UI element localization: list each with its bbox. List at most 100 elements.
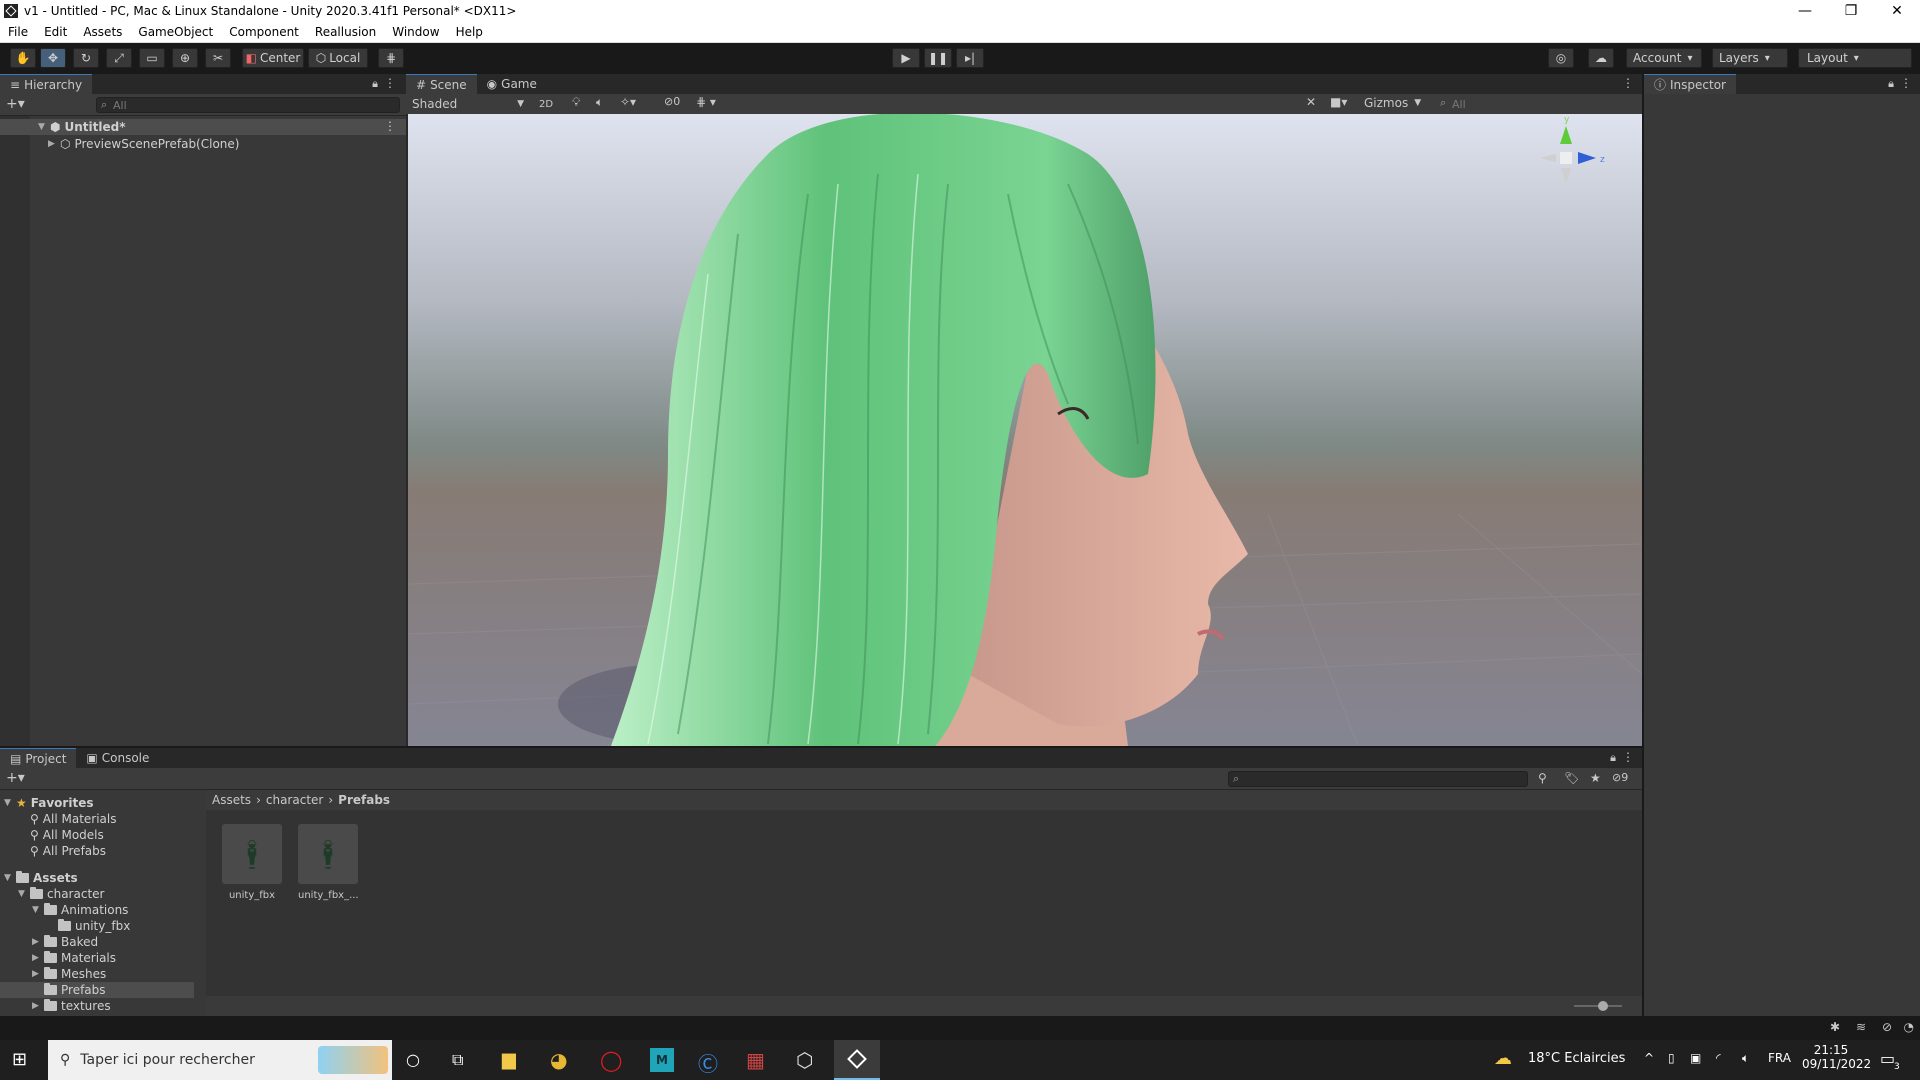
cinema-app-icon[interactable]: Ⓒ <box>698 1048 718 1077</box>
unity-editor-taskbar-icon[interactable] <box>834 1040 880 1080</box>
tab-inspector[interactable]: ⓘ Inspector <box>1644 74 1736 94</box>
favorites-header[interactable]: ▼ ★ Favorites <box>4 795 93 811</box>
custom-tool-icon[interactable]: ✂ <box>205 48 231 68</box>
grid-icon[interactable]: ⋕ ▾ <box>696 95 716 109</box>
tree-item-character[interactable]: ▼ character <box>18 886 104 902</box>
opera-icon[interactable]: ◯ <box>600 1048 622 1072</box>
collab-icon[interactable]: ◎ <box>1548 48 1574 68</box>
debug-icon[interactable]: ⊘ <box>1882 1020 1892 1034</box>
audio-icon[interactable]: 🔈︎ <box>596 95 603 110</box>
move-tool-icon[interactable]: ✥ <box>40 48 66 68</box>
windows-start-icon[interactable]: ⊞ <box>12 1049 27 1070</box>
expand-arrow-icon[interactable]: ▼ <box>38 122 50 132</box>
tab-project[interactable]: ▤ Project <box>0 748 77 768</box>
lighting-icon[interactable]: 💡︎ <box>572 95 580 110</box>
close-button[interactable]: ✕ <box>1874 0 1920 22</box>
chrome-icon[interactable]: ◕ <box>550 1048 567 1072</box>
hierarchy-search-input[interactable]: All <box>96 97 400 113</box>
archive-app-icon[interactable]: ▦ <box>746 1048 765 1072</box>
step-button[interactable]: ▸| <box>956 48 984 68</box>
cloud-icon[interactable]: ☁ <box>1588 48 1614 68</box>
shading-mode-dropdown[interactable]: Shaded ▼ <box>408 96 528 112</box>
layout-dropdown[interactable]: Layout <box>1798 48 1912 68</box>
tray-device-icon[interactable]: ▯ <box>1668 1051 1675 1065</box>
rotate-tool-icon[interactable]: ↻ <box>73 48 99 68</box>
collapse-arrow-icon[interactable]: ▶ <box>48 139 60 149</box>
scale-tool-icon[interactable]: ⤢ <box>106 48 132 68</box>
menu-assets[interactable]: Assets <box>75 25 130 39</box>
unity-hub-icon[interactable]: ⬡ <box>796 1048 813 1072</box>
play-button[interactable]: ▶ <box>892 48 920 68</box>
breadcrumb-character[interactable]: character <box>266 793 323 807</box>
pivot-local-button[interactable]: ⬡ Local <box>308 48 368 68</box>
menu-help[interactable]: Help <box>448 25 491 39</box>
file-explorer-icon[interactable]: ▆ <box>502 1049 516 1070</box>
favorite-item[interactable]: ⚲ All Models <box>30 827 104 843</box>
tab-game[interactable]: ◉ Game <box>477 74 547 94</box>
menu-reallusion[interactable]: Reallusion <box>307 25 384 39</box>
taskbar-search-input[interactable]: ⚲ Taper ici pour rechercher <box>48 1040 392 1080</box>
asset-file[interactable]: 🕴︎ unity_fbx_... <box>298 824 359 910</box>
bug-icon[interactable]: ✱ <box>1830 1020 1840 1034</box>
tools-icon[interactable]: ✕ <box>1306 95 1316 109</box>
tab-hierarchy[interactable]: ≡ Hierarchy <box>0 74 93 94</box>
menu-file[interactable]: File <box>0 25 36 39</box>
tree-item-baked[interactable]: ▶ Baked <box>32 934 98 950</box>
scene-search-input[interactable]: All <box>1436 96 1626 112</box>
favorite-star-icon[interactable]: ★ <box>1590 771 1601 785</box>
orientation-gizmo[interactable]: y z <box>1540 115 1605 184</box>
create-add-button[interactable]: +▾ <box>6 96 25 112</box>
cache-icon[interactable]: ≋ <box>1856 1020 1866 1034</box>
favorite-item[interactable]: ⚲ All Materials <box>30 811 117 827</box>
app-m-icon[interactable]: M <box>650 1048 674 1072</box>
tree-item-unity-fbx[interactable]: unity_fbx <box>58 918 130 934</box>
scene-viewport[interactable]: y z <box>408 114 1642 746</box>
network-icon[interactable]: ◜ <box>1716 1051 1721 1065</box>
lock-icon[interactable]: 🔒︎ <box>372 77 378 91</box>
hierarchy-item[interactable]: ▶ ⬡ PreviewScenePrefab(Clone) <box>48 136 239 152</box>
camera-icon[interactable]: ■▾ <box>1330 95 1347 109</box>
tree-item-materials[interactable]: ▶ Materials <box>32 950 116 966</box>
progress-icon[interactable]: ◔ <box>1904 1020 1914 1034</box>
assets-root[interactable]: ▼ Assets <box>4 870 78 886</box>
weather-text[interactable]: 18°C Eclaircies <box>1528 1051 1625 1066</box>
menu-component[interactable]: Component <box>221 25 307 39</box>
inspector-options-icon[interactable]: ⋮ <box>1900 76 1912 90</box>
favorite-item[interactable]: ⚲ All Prefabs <box>30 843 106 859</box>
effects-icon[interactable]: ✧▾ <box>620 95 636 109</box>
tree-item-meshes[interactable]: ▶ Meshes <box>32 966 106 982</box>
volume-icon[interactable]: 🔈︎ <box>1742 1051 1749 1066</box>
tree-item-textures[interactable]: ▶ textures <box>32 998 111 1014</box>
account-dropdown[interactable]: Account <box>1626 48 1702 68</box>
breadcrumb-assets[interactable]: Assets <box>212 793 251 807</box>
scene-options-icon[interactable]: ⋮ <box>384 119 396 133</box>
hand-tool-icon[interactable]: ✋ <box>10 48 36 68</box>
clock[interactable]: 21:15 09/11/2022 <box>1802 1043 1871 1071</box>
scene-root-row[interactable]: ▼ ⬢ Untitled* ⋮ <box>0 119 406 135</box>
scene-options-icon[interactable]: ⋮ <box>1622 76 1634 90</box>
project-options-icon[interactable]: ⋮ <box>1622 750 1634 764</box>
rect-tool-icon[interactable]: ▭ <box>139 48 165 68</box>
filter-type-icon[interactable]: ⚲ <box>1538 771 1547 785</box>
tree-item-prefabs[interactable]: Prefabs <box>0 982 194 998</box>
project-search-input[interactable] <box>1228 771 1528 787</box>
2d-toggle[interactable]: 2D <box>534 96 558 112</box>
more-options-icon[interactable]: ⋮ <box>384 76 396 90</box>
slider-thumb[interactable] <box>1598 1001 1608 1011</box>
grid-snap-icon[interactable]: ⋕ <box>378 48 404 68</box>
asset-file[interactable]: 🕴︎ unity_fbx <box>222 824 282 910</box>
breadcrumb-prefabs[interactable]: Prefabs <box>338 793 390 807</box>
gizmos-dropdown[interactable]: Gizmos ▼ <box>1364 96 1421 110</box>
project-add-button[interactable]: +▾ <box>6 770 25 786</box>
hidden-objects-icon[interactable]: ⊘0 <box>664 95 680 108</box>
pivot-center-button[interactable]: ◧ Center <box>242 48 304 68</box>
menu-gameobject[interactable]: GameObject <box>130 25 221 39</box>
hidden-packages-icon[interactable]: ⊘9 <box>1612 771 1628 784</box>
tab-console[interactable]: ▣ Console <box>76 748 159 768</box>
tray-meet-icon[interactable]: ▣ <box>1690 1051 1701 1065</box>
task-view-icon[interactable]: ⧉ <box>452 1050 463 1070</box>
maximize-button[interactable]: ❐ <box>1828 0 1874 22</box>
language-indicator[interactable]: FRA <box>1768 1051 1791 1065</box>
menu-edit[interactable]: Edit <box>36 25 75 39</box>
project-lock-icon[interactable]: 🔒︎ <box>1610 751 1616 765</box>
